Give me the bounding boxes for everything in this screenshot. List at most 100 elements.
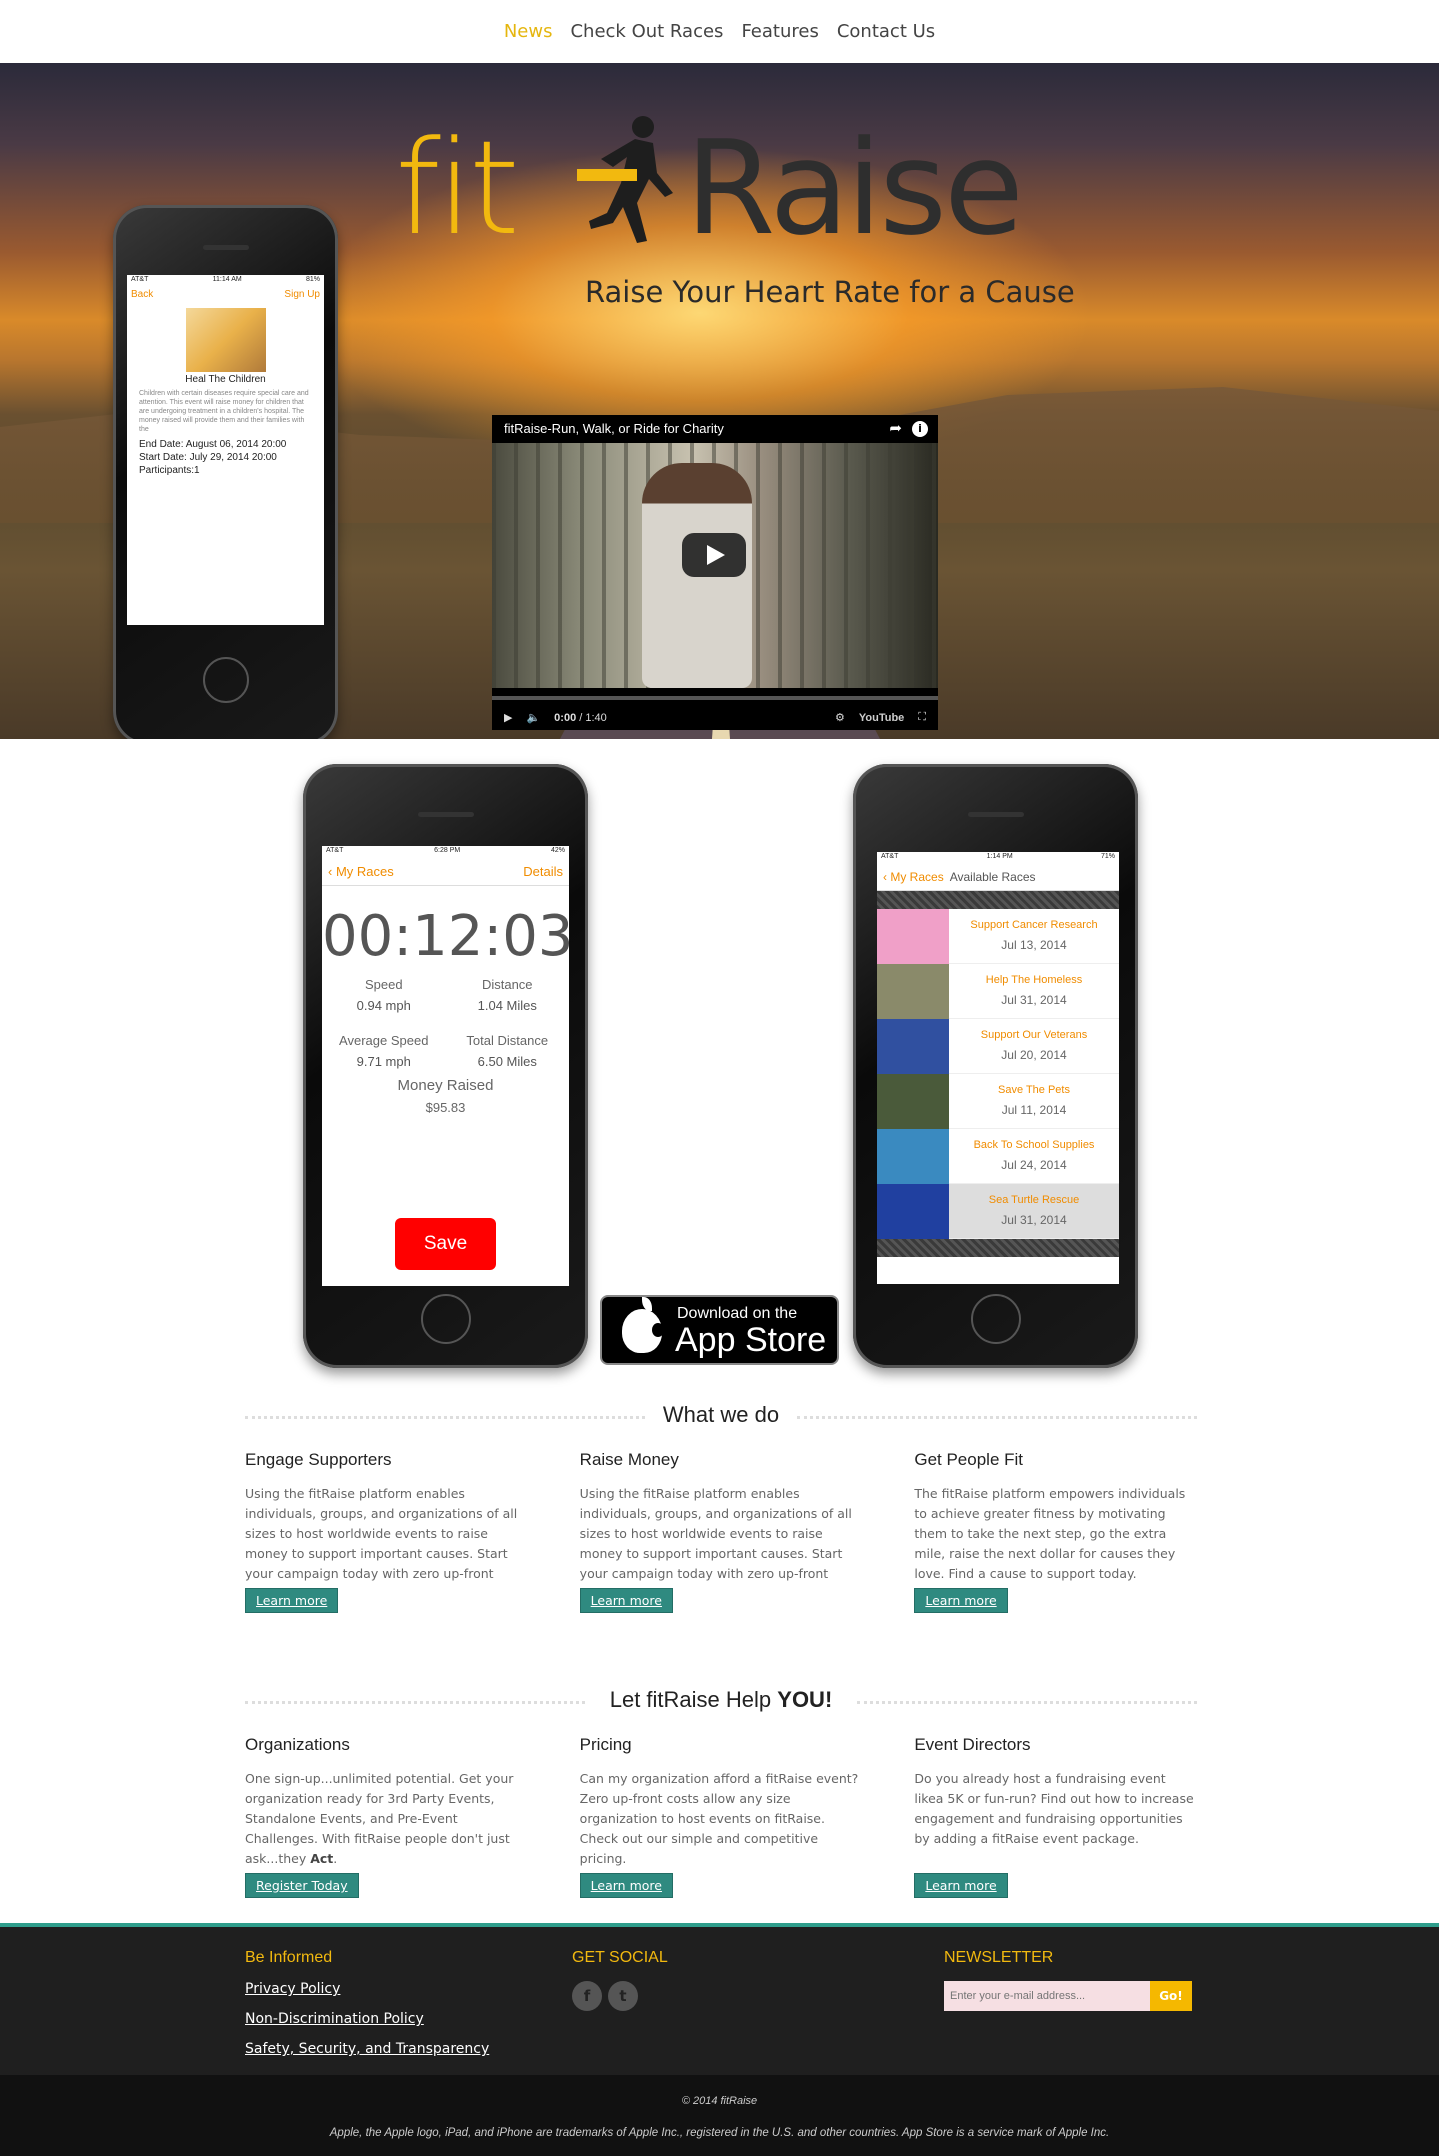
nav-contact-us[interactable]: Contact Us xyxy=(837,21,935,42)
facebook-icon[interactable]: f xyxy=(572,1981,602,2011)
footer-newsletter: NEWSLETTER Go! xyxy=(944,1949,1192,2011)
help-heading: Event Directors xyxy=(914,1735,1031,1754)
video-time-total: / 1:40 xyxy=(579,711,607,724)
youtube-logo[interactable]: YouTube xyxy=(859,712,904,724)
newsletter-go-button[interactable]: Go! xyxy=(1150,1981,1192,2011)
race-date: Jul 24, 2014 xyxy=(1001,1158,1067,1172)
my-races-back-button[interactable]: ‹ My Races xyxy=(328,864,394,879)
nav-check-out-races[interactable]: Check Out Races xyxy=(570,21,723,42)
carrier-label: AT&T xyxy=(326,847,344,854)
phone-event-detail: AT&T 11:14 AM 81% Back Sign Up Heal The … xyxy=(113,205,338,739)
play-icon[interactable]: ▶ xyxy=(504,711,512,724)
help-text-end: . xyxy=(333,1851,338,1866)
race-row[interactable]: Help The Homeless Jul 31, 2014 xyxy=(877,964,1119,1019)
nav-news[interactable]: News xyxy=(504,21,553,42)
phone-speaker xyxy=(203,245,249,250)
register-today-button[interactable]: Register Today xyxy=(245,1873,359,1898)
info-icon[interactable]: i xyxy=(912,421,928,437)
phone-timer: AT&T 6:28 PM 42% ‹ My Races Details 00:1… xyxy=(303,764,588,1368)
race-thumbnail xyxy=(877,1184,949,1239)
logo-fit-text: fit xyxy=(395,112,520,264)
money-raised-value: $95.83 xyxy=(425,1100,466,1115)
race-text: Sea Turtle Rescue Jul 31, 2014 xyxy=(949,1184,1119,1238)
video-time: 0:00 / 1:40 xyxy=(554,712,607,724)
help-heading: Pricing xyxy=(579,1735,632,1754)
help-title-pre: Let fitRaise Help xyxy=(609,1687,778,1712)
help-event-directors: Event Directors Do you already host a fu… xyxy=(914,1735,1197,1898)
video-play-button[interactable] xyxy=(682,533,746,577)
apple-icon xyxy=(622,1297,664,1353)
event-end-date: End Date: August 06, 2014 20:00 xyxy=(139,439,287,450)
hero-banner: fit Raise Raise Your Heart Rate for a Ca… xyxy=(0,63,1439,739)
sign-up-button[interactable]: Sign Up xyxy=(284,289,320,300)
non-discrimination-link[interactable]: Non-Discrimination Policy xyxy=(245,2011,489,2027)
fullscreen-icon[interactable]: ⛶ xyxy=(918,711,926,724)
privacy-policy-link[interactable]: Privacy Policy xyxy=(245,1981,489,1997)
stat-avg-speed-value: 9.71 mph xyxy=(356,1054,411,1069)
race-text: Support Cancer Research Jul 13, 2014 xyxy=(949,909,1119,963)
divider xyxy=(245,1701,585,1704)
back-button[interactable]: Back xyxy=(131,289,153,300)
divider xyxy=(857,1701,1197,1704)
app-store-line2: App Store xyxy=(675,1321,827,1359)
divider xyxy=(245,1416,645,1419)
race-row[interactable]: Support Our Veterans Jul 20, 2014 xyxy=(877,1019,1119,1074)
video-title[interactable]: fitRaise-Run, Walk, or Ride for Charity xyxy=(504,421,724,436)
save-button[interactable]: Save xyxy=(395,1218,496,1270)
help-title-row: Let fitRaise Help YOU! xyxy=(245,1687,1197,1713)
battery-label: 42% xyxy=(550,847,565,854)
safety-link[interactable]: Safety, Security, and Transparency xyxy=(245,2041,489,2057)
help-title-bold: YOU! xyxy=(777,1687,833,1712)
feature-get-people-fit: Get People Fit The fitRaise platform emp… xyxy=(914,1450,1197,1613)
video-controls: ▶ 🔈 0:00 / 1:40 ⚙ YouTube ⛶ xyxy=(492,705,938,730)
learn-more-button[interactable]: Learn more xyxy=(914,1873,1008,1898)
my-races-back-button[interactable]: ‹ My Races xyxy=(883,870,944,884)
race-date: Jul 11, 2014 xyxy=(1001,1103,1067,1117)
phone-screen: AT&T 6:28 PM 42% ‹ My Races Details 00:1… xyxy=(322,846,569,1286)
help-text-bold: Act xyxy=(310,1851,334,1866)
home-button xyxy=(203,657,249,703)
settings-icon[interactable]: ⚙ xyxy=(835,711,845,724)
race-text: Help The Homeless Jul 31, 2014 xyxy=(949,964,1119,1018)
learn-more-button[interactable]: Learn more xyxy=(579,1873,673,1898)
learn-more-button[interactable]: Learn more xyxy=(245,1588,339,1613)
time-label: 6:28 PM xyxy=(434,847,461,854)
footer-newsletter-title: NEWSLETTER xyxy=(944,1949,1054,1966)
race-row[interactable]: Save The Pets Jul 11, 2014 xyxy=(877,1074,1119,1129)
status-bar: AT&T 1:14 PM 71% xyxy=(877,852,1119,864)
help-text: Do you already host a fundraising event … xyxy=(914,1771,1194,1846)
help-heading: Organizations xyxy=(245,1735,350,1754)
hero-tagline: Raise Your Heart Rate for a Cause xyxy=(585,275,1075,309)
divider xyxy=(797,1416,1197,1419)
race-row[interactable]: Support Cancer Research Jul 13, 2014 xyxy=(877,909,1119,964)
race-name: Help The Homeless xyxy=(985,974,1083,986)
help-columns: Organizations One sign-up...unlimited po… xyxy=(245,1735,1197,1898)
share-icon[interactable]: ➦ xyxy=(889,419,902,437)
nav-features[interactable]: Features xyxy=(741,21,818,42)
battery-label: 81% xyxy=(305,276,320,283)
race-row[interactable]: Sea Turtle Rescue Jul 31, 2014 xyxy=(877,1184,1119,1239)
newsletter-email-input[interactable] xyxy=(944,1981,1150,2011)
phone-nav-bar: ‹ My Races Available Races xyxy=(877,864,1119,891)
time-label: 11:14 AM xyxy=(212,276,242,283)
footer-social-title: GET SOCIAL xyxy=(572,1949,668,1966)
video-progress-bar[interactable] xyxy=(492,696,938,700)
feature-engage-supporters: Engage Supporters Using the fitRaise pla… xyxy=(245,1450,528,1613)
volume-icon[interactable]: 🔈 xyxy=(526,711,540,724)
race-row[interactable]: Back To School Supplies Jul 24, 2014 xyxy=(877,1129,1119,1184)
twitter-icon[interactable]: t xyxy=(608,1981,638,2011)
race-stats: Speed Distance 0.94 mph 1.04 Miles Avera… xyxy=(322,977,569,1069)
details-button[interactable]: Details xyxy=(523,864,563,879)
app-store-badge[interactable]: Download on the App Store xyxy=(600,1295,839,1365)
feature-heading: Raise Money xyxy=(579,1450,679,1469)
race-thumbnail xyxy=(877,964,949,1019)
learn-more-button[interactable]: Learn more xyxy=(914,1588,1008,1613)
footer-informed-title: Be Informed xyxy=(245,1949,333,1966)
status-bar: AT&T 11:14 AM 81% xyxy=(127,275,324,287)
fitraise-logo: fit Raise xyxy=(395,103,1095,273)
learn-more-button[interactable]: Learn more xyxy=(579,1588,673,1613)
video-player[interactable]: fitRaise-Run, Walk, or Ride for Charity … xyxy=(492,415,938,730)
phone-nav-bar: Back Sign Up xyxy=(127,287,324,302)
what-we-do-title: What we do xyxy=(650,1402,792,1427)
feature-text: Using the fitRaise platform enables indi… xyxy=(579,1486,852,1601)
